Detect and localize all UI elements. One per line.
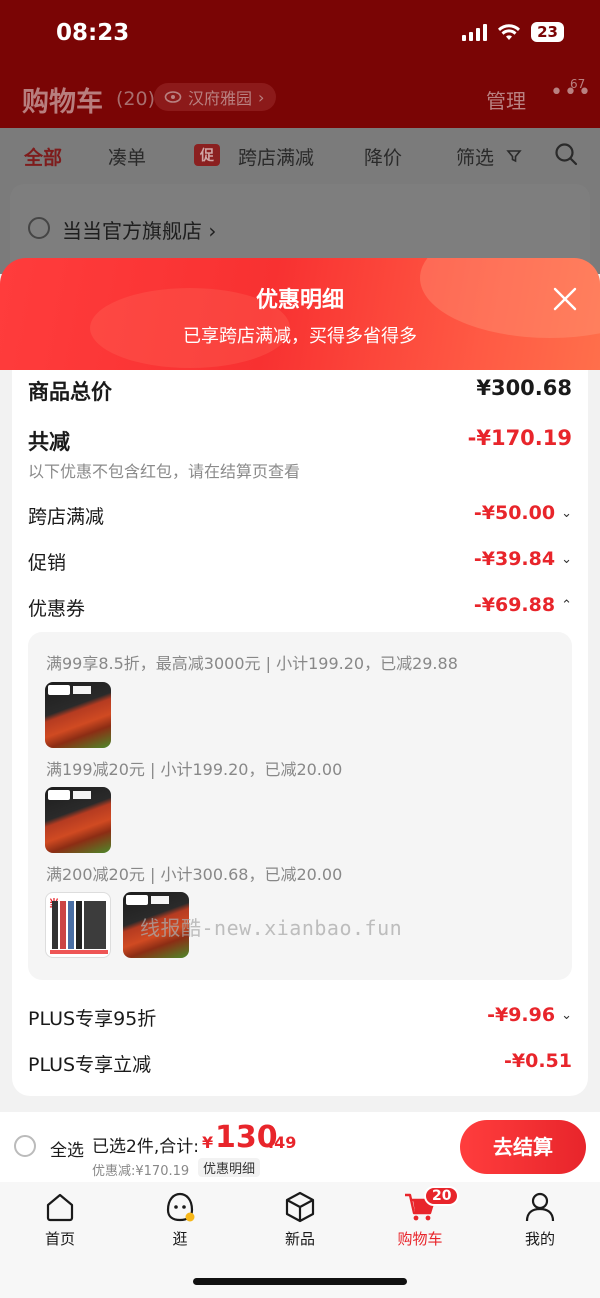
cross-store-row[interactable]: 跨店满减 -¥50.00 ⌄ <box>28 502 572 532</box>
coupon-rule-1: 满99享8.5折，最高减3000元 | 小计199.20，已减29.88 <box>46 654 458 673</box>
plus-reduce-value: -¥0.51 <box>504 1050 572 1072</box>
tab-cross-store[interactable]: 跨店满减 <box>238 143 314 170</box>
discount-note: 以下优惠不包含红包，请在结算页查看 <box>28 462 301 481</box>
goods-total-value: ¥300.68 <box>476 376 572 400</box>
coupon-label: 优惠券 <box>28 598 86 620</box>
cart-badge: 20 <box>424 1186 460 1206</box>
discount-detail-link[interactable]: 优惠明细 <box>198 1158 261 1177</box>
status-bar: 08:23 23 <box>0 0 600 72</box>
cross-store-value: -¥50.00 ⌄ <box>473 502 572 524</box>
total-currency: ¥ <box>202 1133 214 1152</box>
tabbar-item-profile[interactable]: 我的 <box>500 1190 580 1252</box>
chevron-up-icon[interactable]: ⌃ <box>561 598 572 613</box>
box-icon <box>285 1191 315 1223</box>
page-title: 购物车 <box>22 87 103 118</box>
goods-total-row: 商品总价 ¥300.68 <box>28 376 572 406</box>
chevron-down-icon[interactable]: ⌄ <box>561 552 572 567</box>
more-badge: 67 <box>570 77 586 91</box>
tabbar-label: 我的 <box>524 1230 555 1248</box>
promo-tag: 促 <box>194 144 220 166</box>
tab-bundle[interactable]: 凑单 <box>108 143 146 170</box>
select-all-radio[interactable] <box>14 1135 36 1157</box>
checkout-button[interactable]: 去结算 <box>460 1120 586 1174</box>
tabbar-label: 购物车 <box>397 1230 443 1248</box>
coupon-value: -¥69.88 ⌃ <box>473 594 572 616</box>
manage-button[interactable]: 管理 <box>486 85 526 114</box>
coupon-rule-2: 满199减20元 | 小计199.20，已减20.00 <box>46 760 343 779</box>
home-indicator <box>193 1278 407 1285</box>
cart-header: 购物车 (20) 汉府雅园 › 管理 ••• 67 <box>0 72 600 128</box>
signal-icon <box>462 23 488 41</box>
profile-icon <box>525 1192 555 1222</box>
wifi-icon <box>498 24 521 40</box>
selected-summary: 已选2件,合计: <box>92 1137 199 1157</box>
chevron-down-icon[interactable]: ⌄ <box>561 506 572 521</box>
product-thumbnail[interactable] <box>45 787 111 853</box>
tabbar-item-browse[interactable]: 逛 <box>140 1190 220 1252</box>
plus-discount-row[interactable]: PLUS专享95折 -¥9.96 ⌄ <box>28 1004 572 1034</box>
sheet-header: 优惠明细 已享跨店满减，买得多省得多 <box>0 258 600 370</box>
tab-price-drop[interactable]: 降价 <box>364 143 402 170</box>
location-chip[interactable]: 汉府雅园 › <box>154 83 277 111</box>
eye-icon <box>164 91 182 103</box>
plus-discount-value: -¥9.96 ⌄ <box>487 1004 572 1026</box>
tabbar-item-new[interactable]: 新品 <box>260 1190 340 1252</box>
status-time: 08:23 <box>56 20 130 46</box>
goods-total-label: 商品总价 <box>28 380 112 404</box>
sheet-title: 优惠明细 <box>255 288 344 313</box>
total-discount-value: -¥170.19 <box>467 426 572 450</box>
sheet-subtitle: 已享跨店满减，买得多省得多 <box>183 326 417 347</box>
product-thumbnail[interactable] <box>45 682 111 748</box>
coupon-rule-3: 满200减20元 | 小计300.68，已减20.00 <box>46 865 343 884</box>
close-icon[interactable] <box>552 286 578 312</box>
tabbar-label: 逛 <box>172 1230 188 1248</box>
filter-tabs: 全部 凑单 促 跨店满减 降价 筛选 <box>0 128 600 184</box>
discount-detail-sheet: 商品总价 ¥300.68 共减 -¥170.19 以下优惠不包含红包，请在结算页… <box>12 370 588 1096</box>
total-discount-row: 共减 -¥170.19 <box>28 426 572 456</box>
tabbar-label: 新品 <box>284 1230 315 1248</box>
chevron-right-icon: › <box>258 87 265 107</box>
filter-icon[interactable] <box>506 148 522 164</box>
chevron-down-icon[interactable]: ⌄ <box>561 1008 572 1023</box>
promotion-row[interactable]: 促销 -¥39.84 ⌄ <box>28 548 572 578</box>
cross-store-label: 跨店满减 <box>28 506 105 528</box>
promotion-label: 促销 <box>28 552 67 574</box>
book-thumbnail[interactable]: 当 <box>45 892 111 958</box>
location-label: 汉府雅园 <box>188 89 253 108</box>
plus-reduce-label: PLUS专享立减 <box>28 1054 152 1076</box>
tab-filter[interactable]: 筛选 <box>456 143 494 170</box>
tabbar-label: 首页 <box>44 1230 75 1248</box>
coupon-row[interactable]: 优惠券 -¥69.88 ⌃ <box>28 594 572 624</box>
promotion-value: -¥39.84 ⌄ <box>473 548 572 570</box>
plus-discount-label: PLUS专享95折 <box>28 1008 157 1030</box>
home-icon <box>46 1193 74 1222</box>
discount-summary: 优惠减:¥170.19 <box>92 1164 190 1179</box>
select-all-label[interactable]: 全选 <box>50 1136 84 1161</box>
search-icon[interactable] <box>554 142 578 166</box>
browse-icon <box>166 1192 195 1222</box>
total-discount-label: 共减 <box>28 430 70 454</box>
store-name: 当当官方旗舰店 › <box>62 219 217 243</box>
cart-count: (20) <box>116 88 156 110</box>
total-cents: .49 <box>268 1133 297 1152</box>
store-select-radio[interactable] <box>28 217 50 239</box>
tabbar-item-cart[interactable]: 20 购物车 <box>380 1186 460 1252</box>
watermark: 线报酷-new.xianbao.fun <box>140 916 403 940</box>
status-icons: 23 <box>462 22 564 42</box>
tab-all[interactable]: 全部 <box>24 143 62 170</box>
plus-reduce-row: PLUS专享立减 -¥0.51 <box>28 1050 572 1080</box>
battery-icon: 23 <box>531 22 564 42</box>
tabbar-item-home[interactable]: 首页 <box>20 1190 100 1252</box>
checkout-bar: 全选 已选2件,合计: ¥ 130 .49 优惠减:¥170.19 优惠明细 去… <box>0 1112 600 1182</box>
